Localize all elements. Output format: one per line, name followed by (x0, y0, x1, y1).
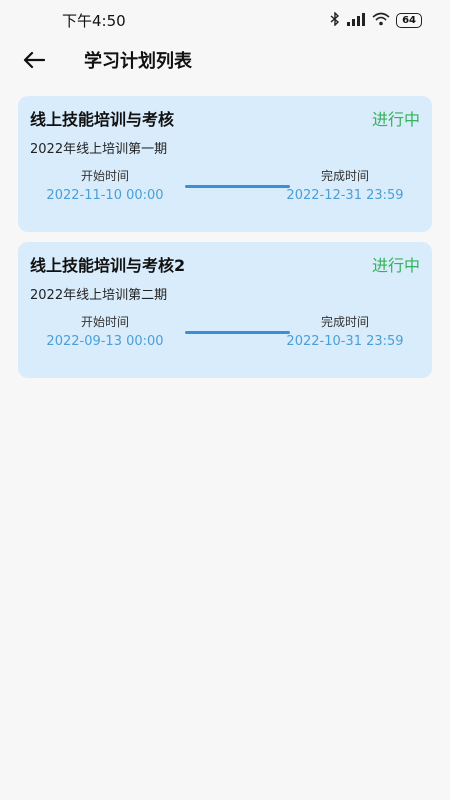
bluetooth-icon (330, 10, 340, 29)
plan-subtitle: 2022年线上培训第一期 (30, 142, 168, 157)
plan-card[interactable]: 线上技能培训与考核2 进行中 2022年线上培训第二期 开始时间 2022-09… (18, 242, 432, 378)
plan-card[interactable]: 线上技能培训与考核 进行中 2022年线上培训第一期 开始时间 2022-11-… (18, 96, 432, 232)
plan-list: 线上技能培训与考核 进行中 2022年线上培训第一期 开始时间 2022-11-… (0, 80, 450, 378)
plan-status-badge: 进行中 (371, 256, 420, 275)
end-time-label: 完成时间 (320, 315, 369, 329)
app-header: 学习计划列表 (0, 40, 450, 80)
start-time-block: 开始时间 2022-11-10 00:00 (30, 167, 180, 203)
start-time-block: 开始时间 2022-09-13 00:00 (30, 313, 180, 349)
back-arrow-icon (23, 51, 45, 69)
page-title: 学习计划列表 (84, 51, 192, 72)
plan-title: 线上技能培训与考核 (30, 110, 175, 129)
status-icons: 64 (330, 10, 422, 29)
plan-time-row: 开始时间 2022-11-10 00:00 完成时间 2022-12-31 23… (30, 167, 420, 207)
start-time-label: 开始时间 (80, 169, 129, 183)
start-time-value: 2022-11-10 00:00 (46, 188, 164, 203)
end-time-value: 2022-10-31 23:59 (286, 334, 404, 349)
end-time-value: 2022-12-31 23:59 (286, 188, 404, 203)
status-bar: 下午4:50 64 (0, 0, 450, 40)
plan-status-badge: 进行中 (371, 110, 420, 129)
battery-indicator: 64 (396, 12, 422, 28)
plan-subtitle: 2022年线上培训第二期 (30, 288, 168, 303)
plan-title: 线上技能培训与考核2 (30, 256, 186, 275)
end-time-block: 完成时间 2022-10-31 23:59 (270, 313, 420, 349)
end-time-label: 完成时间 (320, 169, 369, 183)
start-time-value: 2022-09-13 00:00 (46, 334, 164, 349)
back-button[interactable] (20, 46, 48, 74)
start-time-label: 开始时间 (80, 315, 129, 329)
signal-icon (346, 12, 366, 29)
end-time-block: 完成时间 2022-12-31 23:59 (270, 167, 420, 203)
wifi-icon (372, 12, 390, 29)
plan-time-row: 开始时间 2022-09-13 00:00 完成时间 2022-10-31 23… (30, 313, 420, 353)
status-time: 下午4:50 (62, 11, 126, 30)
